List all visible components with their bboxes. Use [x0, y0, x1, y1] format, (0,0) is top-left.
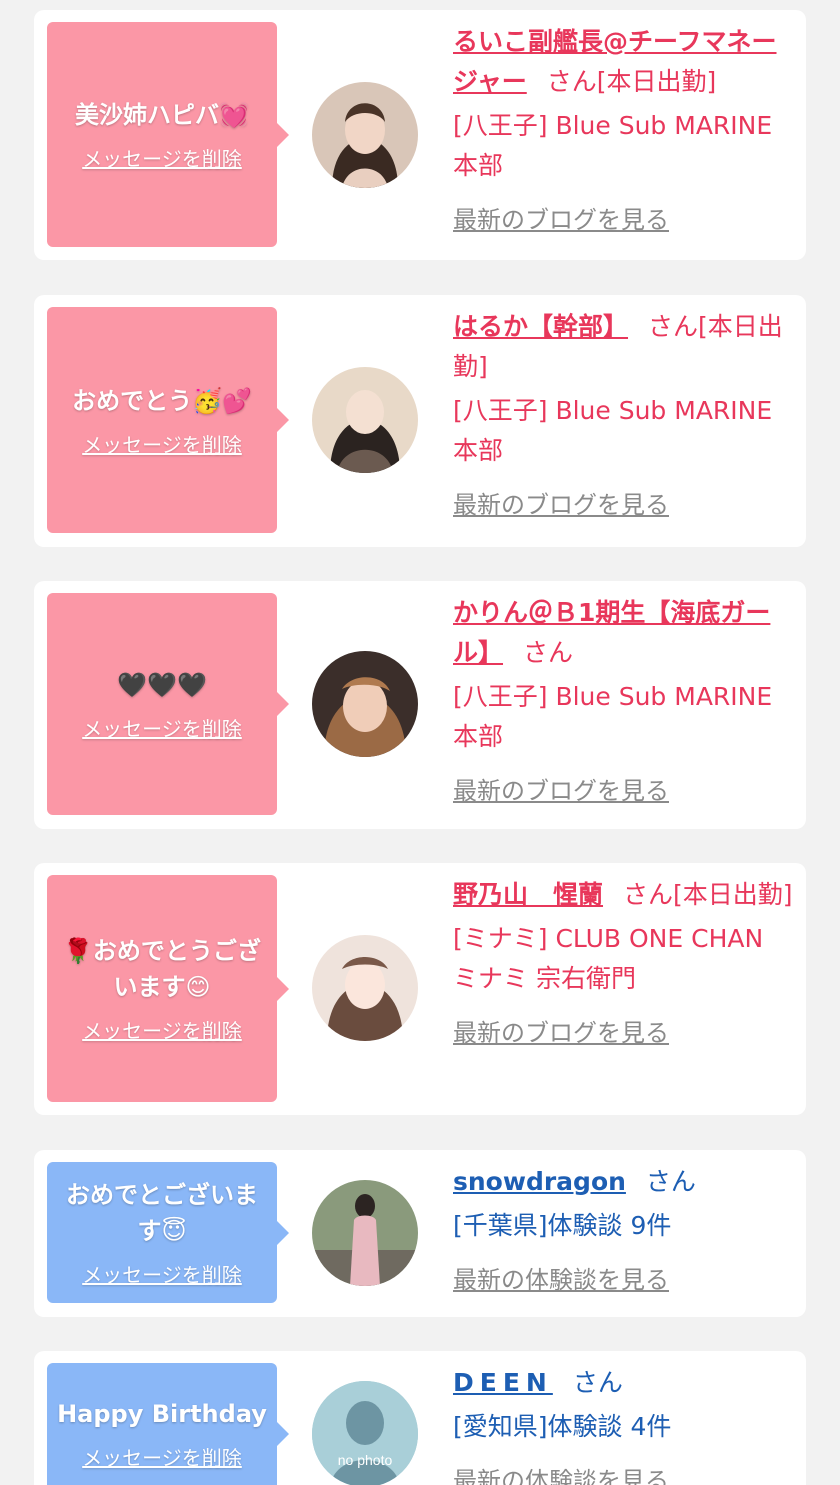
delete-message-link[interactable]: メッセージを削除 [82, 713, 242, 742]
shop-name: [ミナミ] CLUB ONE CHAN ミナミ 宗右衛門 [453, 924, 764, 993]
message-text: 美沙姉ハピバ💓 [75, 101, 249, 129]
attendance-status: [本日出勤] [673, 880, 793, 909]
member-name-link[interactable]: 野乃山 惺蘭 [453, 880, 603, 909]
message-card: 美沙姉ハピバ💓 メッセージを削除 るいこ副艦長@チーフマネージャー さん[本日出勤… [34, 10, 806, 260]
honorific: さん [623, 880, 674, 909]
delete-message-link[interactable]: メッセージを削除 [82, 429, 242, 458]
latest-review-link[interactable]: 最新の体験談を見る [453, 1260, 793, 1300]
member-info: DEEN さん [愛知県]体験談 4件 最新の体験談を見る [453, 1363, 793, 1485]
message-bubble: Happy Birthday メッセージを削除 [47, 1363, 289, 1485]
member-name-link[interactable]: はるか【幹部】 [453, 312, 628, 341]
review-count: [千葉県]体験談 9件 [453, 1211, 672, 1240]
no-photo-text: no photo [338, 1452, 393, 1468]
shop-name: [八王子] Blue Sub MARINE 本部 [453, 111, 773, 180]
delete-message-link[interactable]: メッセージを削除 [82, 143, 242, 172]
message-card: おめでとう🥳💕 メッセージを削除 はるか【幹部】 さん[本日出勤] [八王子] B… [34, 295, 806, 547]
honorific: さん [645, 1167, 696, 1196]
member-name-link[interactable]: かりん＠Ｂ1期生【海底ガール】 [453, 598, 770, 667]
message-card: 🖤🖤🖤 メッセージを削除 かりん＠Ｂ1期生【海底ガール】 さん [八王子] Blu… [34, 581, 806, 829]
avatar[interactable] [312, 1180, 418, 1286]
message-text: おめでとございます😇 [66, 1181, 258, 1245]
avatar[interactable] [312, 367, 418, 473]
member-info: るいこ副艦長@チーフマネージャー さん[本日出勤] [八王子] Blue Sub … [453, 22, 793, 240]
message-text: 🖤🖤🖤 [117, 670, 207, 699]
attendance-status: [本日出勤] [596, 67, 717, 96]
delete-message-link[interactable]: メッセージを削除 [82, 1259, 242, 1288]
latest-blog-link[interactable]: 最新のブログを見る [453, 485, 793, 525]
message-text: Happy Birthday [57, 1400, 267, 1428]
review-count: [愛知県]体験談 4件 [453, 1412, 672, 1441]
message-text: 🌹おめでとうございます😊 [63, 937, 261, 1001]
shop-name: [八王子] Blue Sub MARINE 本部 [453, 682, 773, 751]
message-card: おめでとございます😇 メッセージを削除 snowdragon さん [千葉県]体験… [34, 1150, 806, 1317]
member-name-link[interactable]: snowdragon [453, 1167, 626, 1196]
member-info: 野乃山 惺蘭 さん[本日出勤] [ミナミ] CLUB ONE CHAN ミナミ 宗… [453, 875, 793, 1053]
latest-blog-link[interactable]: 最新のブログを見る [453, 1013, 793, 1053]
latest-review-link[interactable]: 最新の体験談を見る [453, 1461, 793, 1485]
avatar[interactable]: no photo [312, 1381, 418, 1485]
delete-message-link[interactable]: メッセージを削除 [82, 1015, 242, 1044]
message-bubble: 🌹おめでとうございます😊 メッセージを削除 [47, 875, 289, 1102]
member-name-link[interactable]: DEEN [453, 1368, 553, 1397]
message-card: Happy Birthday メッセージを削除 no photo DEEN さん … [34, 1351, 806, 1485]
shop-name: [八王子] Blue Sub MARINE 本部 [453, 396, 773, 465]
message-bubble: おめでとございます😇 メッセージを削除 [47, 1162, 289, 1303]
honorific: さん [572, 1368, 623, 1397]
avatar[interactable] [312, 82, 418, 188]
latest-blog-link[interactable]: 最新のブログを見る [453, 200, 793, 240]
honorific: さん [648, 312, 699, 341]
message-bubble: 🖤🖤🖤 メッセージを削除 [47, 593, 289, 815]
delete-message-link[interactable]: メッセージを削除 [82, 1442, 242, 1471]
message-bubble: 美沙姉ハピバ💓 メッセージを削除 [47, 22, 289, 247]
latest-blog-link[interactable]: 最新のブログを見る [453, 771, 793, 811]
message-card: 🌹おめでとうございます😊 メッセージを削除 野乃山 惺蘭 さん[本日出勤] [ミナ… [34, 863, 806, 1115]
message-bubble: おめでとう🥳💕 メッセージを削除 [47, 307, 289, 533]
member-info: はるか【幹部】 さん[本日出勤] [八王子] Blue Sub MARINE 本部… [453, 307, 793, 525]
honorific: さん [523, 638, 574, 667]
avatar[interactable] [312, 651, 418, 757]
member-info: snowdragon さん [千葉県]体験談 9件 最新の体験談を見る [453, 1162, 793, 1300]
honorific: さん [546, 67, 597, 96]
member-info: かりん＠Ｂ1期生【海底ガール】 さん [八王子] Blue Sub MARINE … [453, 593, 793, 811]
avatar[interactable] [312, 935, 418, 1041]
message-text: おめでとう🥳💕 [72, 386, 252, 415]
